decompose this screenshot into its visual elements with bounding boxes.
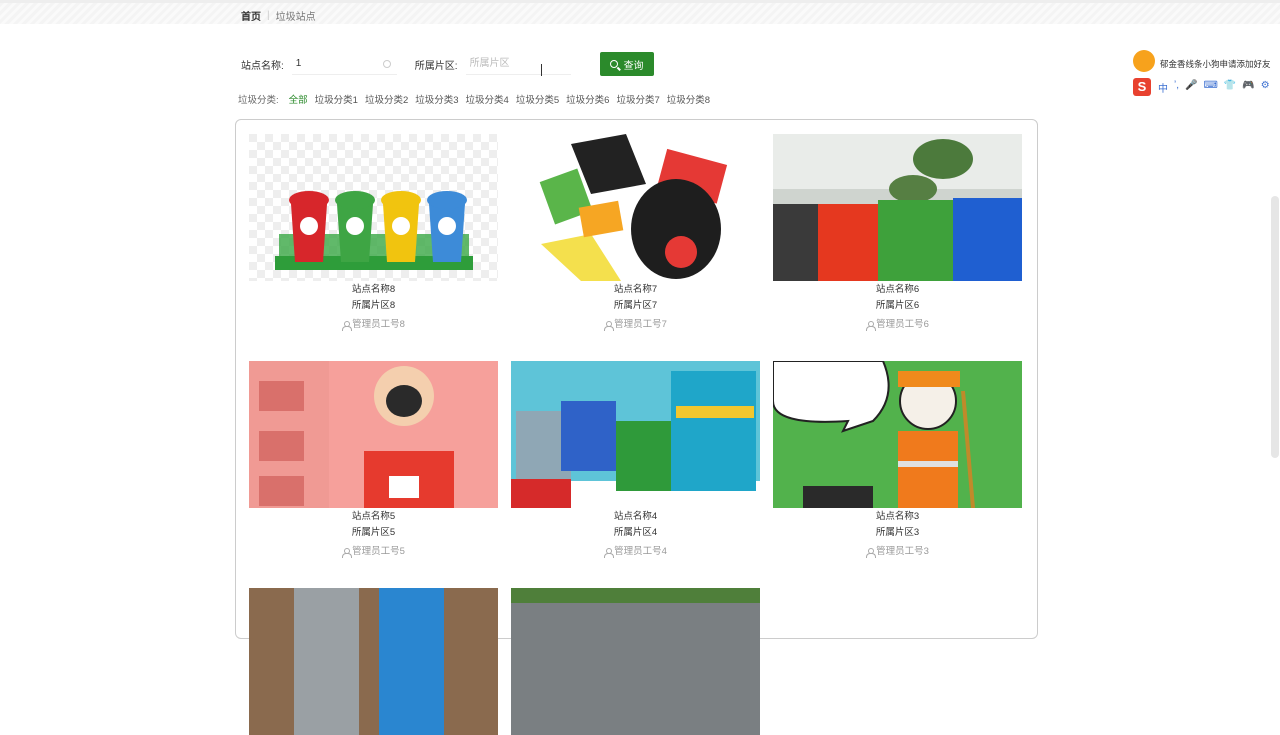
- area-input[interactable]: [465, 53, 571, 75]
- station-image: [249, 361, 498, 508]
- admin-id-text: 管理员工号4: [614, 546, 667, 557]
- admin-id-text: 管理员工号7: [614, 319, 667, 330]
- station-card[interactable]: 站点名称3 所属片区3 管理员工号3: [773, 361, 1022, 560]
- category-4[interactable]: 垃圾分类4: [466, 92, 509, 106]
- breadcrumb-separator: |: [267, 10, 270, 21]
- station-card[interactable]: 站点名称8 所属片区8 管理员工号8: [249, 134, 498, 333]
- station-card[interactable]: 站点名称5 所属片区5 管理员工号5: [249, 361, 498, 560]
- user-icon: [866, 320, 877, 331]
- admin-id: 管理员工号7: [511, 317, 760, 333]
- breadcrumb: 首页 | 垃圾站点: [241, 8, 316, 23]
- station-image: [249, 134, 498, 281]
- station-name: 站点名称3: [875, 511, 920, 522]
- category-label: 垃圾分类:: [238, 95, 279, 106]
- station-card[interactable]: 站点名称4 所属片区4 管理员工号4: [511, 361, 760, 560]
- user-icon: [342, 320, 353, 331]
- text-cursor-icon: [541, 64, 546, 76]
- station-card[interactable]: [511, 588, 760, 735]
- admin-id-text: 管理员工号8: [352, 319, 405, 330]
- skin-icon[interactable]: 👕: [1224, 80, 1236, 95]
- category-6[interactable]: 垃圾分类6: [566, 92, 609, 106]
- sun-icon: [1133, 50, 1155, 72]
- category-3[interactable]: 垃圾分类3: [415, 92, 458, 106]
- station-area: 所属片区4: [613, 527, 658, 538]
- station-image: [773, 361, 1022, 508]
- chinese-mode-icon[interactable]: 中: [1158, 80, 1168, 95]
- station-name: 站点名称5: [351, 511, 396, 522]
- category-5[interactable]: 垃圾分类5: [516, 92, 559, 106]
- game-icon[interactable]: 🎮: [1242, 80, 1254, 95]
- station-name: 站点名称8: [351, 284, 396, 295]
- admin-id-text: 管理员工号6: [876, 319, 929, 330]
- station-name-label: 站点名称:: [241, 60, 284, 72]
- top-strip: [0, 0, 1280, 24]
- category-8[interactable]: 垃圾分类8: [667, 92, 710, 106]
- station-image: [511, 588, 760, 735]
- category-2[interactable]: 垃圾分类2: [365, 92, 408, 106]
- microphone-icon[interactable]: 🎤: [1185, 80, 1197, 95]
- user-icon: [866, 547, 877, 558]
- clear-icon[interactable]: [382, 60, 391, 68]
- station-area: 所属片区8: [351, 300, 396, 311]
- query-button-label: 查询: [623, 60, 644, 72]
- punctuation-icon[interactable]: ʼ,: [1174, 80, 1179, 95]
- admin-id: 管理员工号3: [773, 544, 1022, 560]
- station-area: 所属片区5: [351, 527, 396, 538]
- breadcrumb-home[interactable]: 首页: [241, 8, 261, 23]
- station-name: 站点名称7: [613, 284, 658, 295]
- station-name-input[interactable]: [291, 53, 397, 75]
- area-label: 所属片区:: [414, 60, 458, 72]
- user-icon: [342, 547, 353, 558]
- category-1[interactable]: 垃圾分类1: [315, 92, 358, 106]
- search-icon: [609, 60, 618, 68]
- station-image: [773, 134, 1022, 281]
- admin-id: 管理员工号4: [511, 544, 760, 560]
- station-grid: 站点名称8 所属片区8 管理员工号8 站点名称7 所属片区7 管理员工号7 站点…: [235, 119, 1038, 735]
- station-image: [511, 134, 760, 281]
- breadcrumb-current: 垃圾站点: [275, 12, 316, 23]
- keyboard-icon[interactable]: ⌨: [1203, 80, 1217, 95]
- category-7[interactable]: 垃圾分类7: [616, 92, 659, 106]
- station-area: 所属片区6: [875, 300, 920, 311]
- category-all[interactable]: 全部: [289, 92, 308, 106]
- station-card[interactable]: 站点名称7 所属片区7 管理员工号7: [511, 134, 760, 333]
- station-image: [249, 588, 498, 735]
- sogou-logo-icon[interactable]: S: [1133, 78, 1151, 96]
- admin-id-text: 管理员工号5: [352, 546, 405, 557]
- vertical-scrollbar[interactable]: [1271, 196, 1279, 458]
- station-name: 站点名称6: [875, 284, 920, 295]
- station-image: [511, 361, 760, 508]
- ime-tools: 中 ʼ, 🎤 ⌨ 👕 🎮 ⚙: [1158, 80, 1270, 95]
- settings-icon[interactable]: ⚙: [1261, 80, 1270, 95]
- user-icon: [604, 547, 615, 558]
- admin-id: 管理员工号5: [249, 544, 498, 560]
- admin-id: 管理员工号6: [773, 317, 1022, 333]
- admin-id-text: 管理员工号3: [876, 546, 929, 557]
- station-area: 所属片区3: [875, 527, 920, 538]
- ime-toolbar: 郁金香线条小狗申请添加好友 S 中 ʼ, 🎤 ⌨ 👕 🎮 ⚙: [1130, 46, 1280, 98]
- query-button[interactable]: 查询: [599, 52, 654, 76]
- station-card[interactable]: [249, 588, 498, 735]
- search-bar: 站点名称: 所属片区: 查询: [241, 52, 654, 76]
- station-area: 所属片区7: [613, 300, 658, 311]
- station-name: 站点名称4: [613, 511, 658, 522]
- category-filter: 垃圾分类: 全部 垃圾分类1 垃圾分类2 垃圾分类3 垃圾分类4 垃圾分类5 垃…: [238, 92, 710, 106]
- admin-id: 管理员工号8: [249, 317, 498, 333]
- friend-request-message[interactable]: 郁金香线条小狗申请添加好友: [1160, 58, 1271, 70]
- station-card[interactable]: 站点名称6 所属片区6 管理员工号6: [773, 134, 1022, 333]
- user-icon: [604, 320, 615, 331]
